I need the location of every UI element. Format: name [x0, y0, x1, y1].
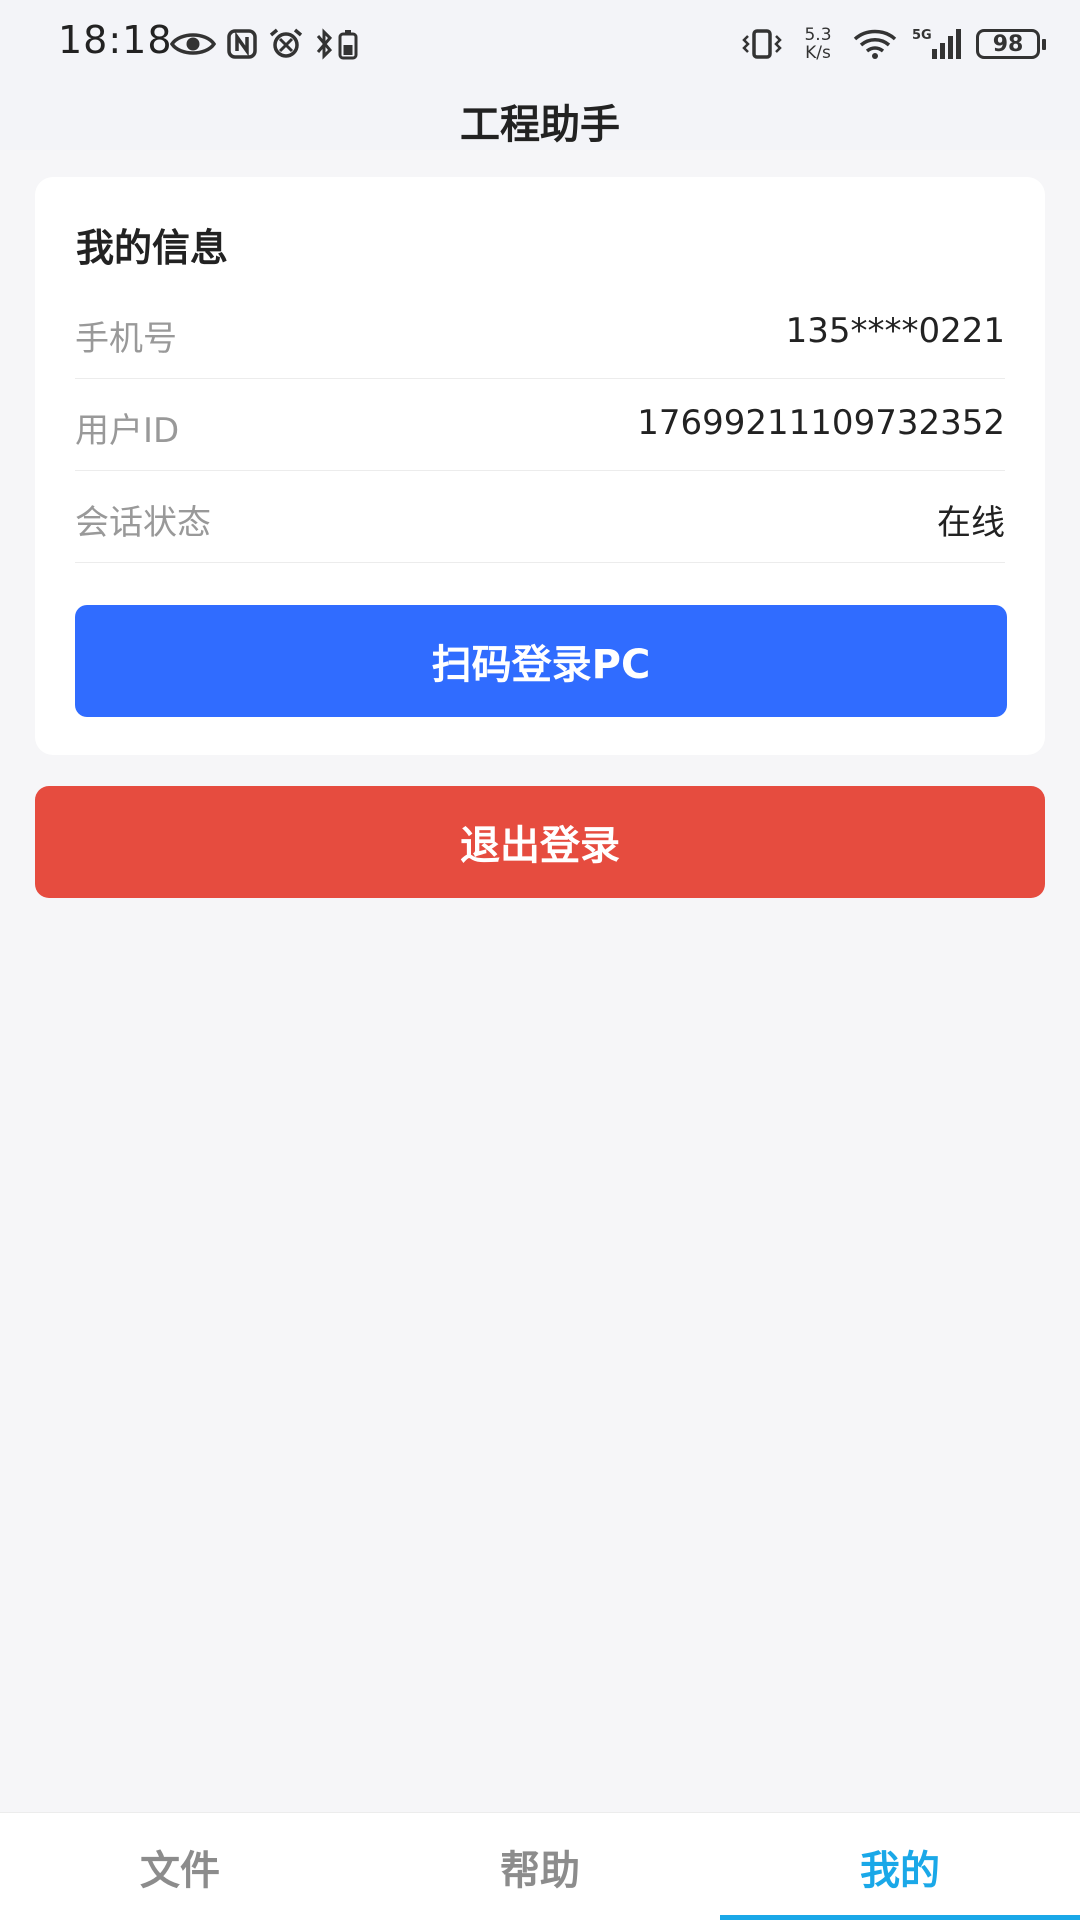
- bottom-nav: 文件 帮助 我的: [0, 1812, 1080, 1920]
- alarm-icon: [268, 27, 304, 61]
- session-status-label: 会话状态: [75, 503, 211, 543]
- scan-login-pc-button[interactable]: 扫码登录PC: [75, 605, 1007, 717]
- nfc-icon: [226, 28, 258, 60]
- user-id-value: 17699211109732352: [637, 403, 1005, 443]
- net-speed: 5.3 K/s: [798, 26, 838, 62]
- net-speed-value: 5.3: [804, 25, 832, 45]
- status-right-icons: 5.3 K/s 5G 98: [740, 20, 1046, 68]
- net-speed-unit: K/s: [805, 43, 831, 63]
- info-row-session-status: 会话状态 在线: [75, 471, 1005, 563]
- network-type: 5G: [912, 28, 932, 43]
- eye-icon: [170, 29, 216, 59]
- tab-mine-label: 我的: [860, 1847, 940, 1894]
- session-status-value: 在线: [937, 503, 1005, 543]
- signal-icon: 5G: [912, 27, 962, 61]
- page-title: 工程助手: [460, 102, 620, 148]
- status-bar: 18:18 5.3 K/s 5G 98: [0, 0, 1080, 90]
- tab-files[interactable]: 文件: [0, 1813, 360, 1920]
- logout-button[interactable]: 退出登录: [35, 786, 1045, 898]
- info-row-phone: 手机号 135****0221: [75, 287, 1005, 379]
- phone-value: 135****0221: [785, 311, 1005, 351]
- tab-help[interactable]: 帮助: [360, 1813, 720, 1920]
- app-header: 工程助手: [0, 90, 1080, 150]
- battery-icon: 98: [976, 29, 1046, 59]
- my-info-card: 我的信息 手机号 135****0221 用户ID 17699211109732…: [35, 177, 1045, 755]
- status-left-icons: [170, 22, 360, 66]
- user-id-label: 用户ID: [75, 411, 180, 451]
- info-row-user-id: 用户ID 17699211109732352: [75, 379, 1005, 471]
- card-title: 我的信息: [76, 226, 229, 270]
- active-tab-indicator: [720, 1915, 1080, 1920]
- tab-files-label: 文件: [140, 1847, 220, 1894]
- phone-label: 手机号: [75, 319, 177, 359]
- bluetooth-battery-icon: [314, 28, 360, 60]
- battery-level: 98: [992, 31, 1024, 57]
- tab-help-label: 帮助: [500, 1847, 580, 1894]
- tab-mine[interactable]: 我的: [720, 1813, 1080, 1920]
- vibrate-icon: [740, 28, 784, 60]
- wifi-icon: [852, 28, 898, 60]
- status-time: 18:18: [58, 18, 173, 62]
